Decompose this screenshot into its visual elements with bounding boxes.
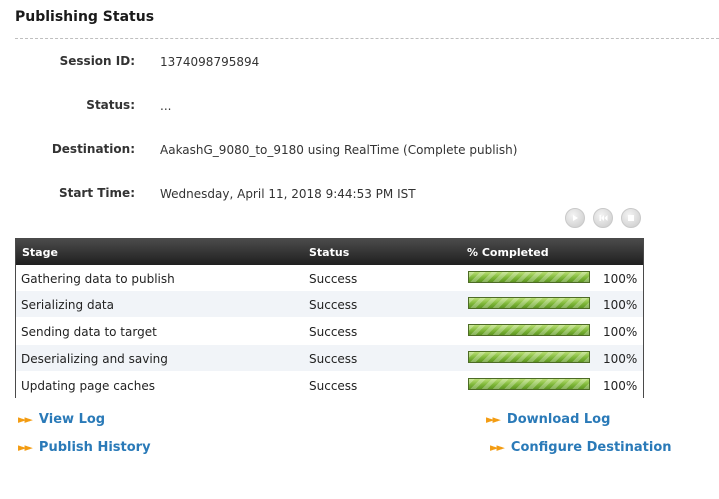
rewind-icon [599, 214, 608, 222]
progress-fill [469, 352, 589, 362]
status-cell: Success [309, 352, 358, 366]
double-arrow-icon: ►► [18, 441, 33, 454]
percent-cell: 100% [603, 272, 638, 286]
destination-value: AakashG_9080_to_9180 using RealTime (Com… [160, 143, 518, 157]
download-log-link[interactable]: ►► Download Log [486, 412, 610, 427]
double-arrow-icon: ►► [490, 441, 505, 454]
session-id-value: 1374098795894 [160, 55, 260, 69]
progress-fill [469, 379, 589, 389]
status-cell: Success [309, 272, 358, 286]
stage-cell: Sending data to target [21, 325, 157, 339]
rewind-button[interactable] [593, 208, 613, 228]
progress-bar [468, 297, 590, 309]
publish-history-label: Publish History [38, 440, 151, 455]
play-button[interactable] [565, 208, 585, 228]
double-arrow-icon: ►► [18, 413, 33, 426]
configure-destination-link[interactable]: ►► Configure Destination [490, 440, 672, 455]
status-cell: Success [309, 379, 358, 393]
percent-cell: 100% [603, 325, 638, 339]
status-cell: Success [309, 298, 358, 312]
progress-bar [468, 351, 590, 363]
stage-cell: Updating page caches [21, 379, 156, 393]
progress-fill [469, 325, 589, 335]
view-log-link[interactable]: ►► View Log [18, 412, 105, 427]
destination-label: Destination: [51, 142, 135, 156]
table-row: Sending data to target Success 100% [16, 318, 643, 344]
publishing-stages-table: Stage Status % Completed Gathering data … [15, 238, 644, 398]
session-id-label: Session ID: [59, 54, 135, 68]
start-time-value: Wednesday, April 11, 2018 9:44:53 PM IST [160, 187, 416, 201]
stop-button[interactable] [621, 208, 641, 228]
title-divider [15, 38, 719, 39]
progress-bar [468, 378, 590, 390]
view-log-label: View Log [38, 412, 106, 427]
start-time-label: Start Time: [58, 186, 135, 200]
status-cell: Success [309, 325, 358, 339]
stage-cell: Gathering data to publish [21, 272, 175, 286]
table-row: Serializing data Success 100% [16, 291, 643, 317]
stop-icon [627, 214, 635, 222]
play-icon [571, 214, 579, 222]
percent-cell: 100% [603, 379, 638, 393]
percent-cell: 100% [603, 352, 638, 366]
page-title: Publishing Status [15, 9, 155, 25]
progress-bar [468, 271, 590, 283]
progress-fill [469, 272, 589, 282]
double-arrow-icon: ►► [486, 413, 501, 426]
configure-destination-label: Configure Destination [510, 440, 672, 455]
stage-cell: Deserializing and saving [21, 352, 168, 366]
table-row: Gathering data to publish Success 100% [16, 265, 643, 291]
percent-cell: 100% [603, 298, 638, 312]
status-label: Status: [86, 98, 135, 112]
column-header-completed: % Completed [467, 246, 549, 259]
table-header: Stage Status % Completed [16, 239, 643, 265]
column-header-stage: Stage [22, 246, 58, 259]
table-row: Updating page caches Success 100% [16, 372, 643, 398]
status-value: ... [160, 99, 172, 113]
progress-fill [469, 298, 589, 308]
stage-cell: Serializing data [21, 298, 114, 312]
table-row: Deserializing and saving Success 100% [16, 345, 643, 371]
progress-bar [468, 324, 590, 336]
download-log-label: Download Log [506, 412, 611, 427]
publish-history-link[interactable]: ►► Publish History [18, 440, 151, 455]
column-header-status: Status [309, 246, 350, 259]
